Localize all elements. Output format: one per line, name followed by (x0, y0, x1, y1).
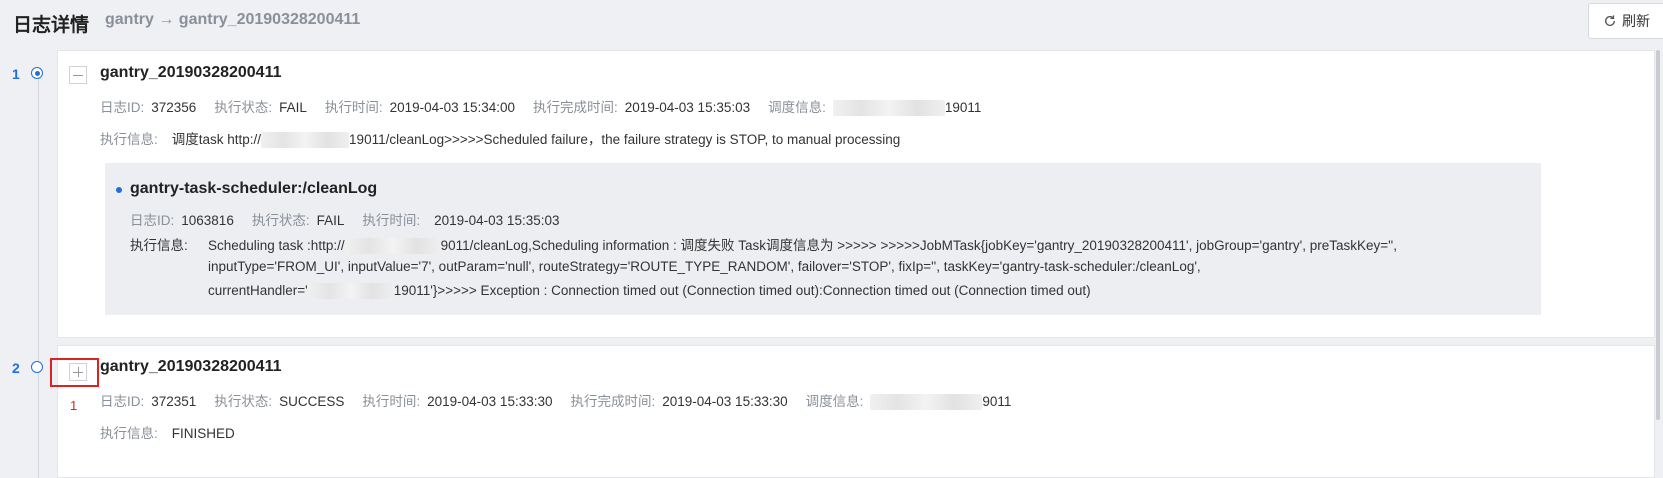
info-label: 执行信息: (100, 426, 158, 441)
exec-time: 2019-04-03 15:35:03 (434, 213, 560, 228)
info-value: FINISHED (171, 426, 235, 441)
info-prefix: 调度task http:// (171, 132, 262, 147)
exec-time: 2019-04-03 15:33:30 (427, 394, 553, 409)
line1-prefix: Scheduling task :http:// (208, 238, 345, 253)
finish-time-label: 执行完成时间: (532, 100, 618, 115)
log-id-label: 日志ID: (130, 213, 175, 228)
exec-time: 2019-04-03 15:34:00 (389, 100, 515, 115)
finish-time: 2019-04-03 15:33:30 (662, 394, 788, 409)
timeline-line (38, 74, 39, 478)
line3-suffix: 19011'}>>>>> Exception : Connection time… (393, 283, 1091, 298)
finish-time-label: 执行完成时间: (570, 394, 656, 409)
annotation-number: 1 (70, 398, 78, 413)
log-id: 372356 (151, 100, 197, 115)
exec-time-label: 执行时间: (324, 100, 383, 115)
info-suffix: 19011/cleanLog>>>>>Scheduled failure，the… (349, 132, 901, 147)
status-label: 执行状态: (214, 394, 273, 409)
dispatch-suffix: 19011 (944, 100, 982, 115)
page-title: 日志详情 (13, 15, 90, 36)
finish-time: 2019-04-03 15:35:03 (624, 100, 751, 115)
exec-time-label: 执行时间: (362, 394, 421, 409)
log-id: 1063816 (181, 213, 234, 228)
bullet-icon (116, 187, 122, 193)
breadcrumb: gantry → gantry_20190328200411 (105, 11, 361, 28)
task-title: gantry_20190328200411 (100, 358, 282, 375)
subtask-info-line: inputType='FROM_UI', inputValue='7', out… (208, 259, 1201, 274)
log-meta: 日志ID: 372356 执行状态: FAIL 执行时间: 2019-04-03 15:3… (100, 96, 982, 117)
redacted-address (261, 132, 350, 149)
status-value: SUCCESS (279, 394, 345, 409)
minus-icon (73, 75, 83, 76)
dispatch-label: 调度信息: (768, 100, 826, 115)
timeline-index: 1 (12, 66, 20, 82)
exec-time-label: 执行时间: (362, 213, 421, 228)
redacted-address (870, 394, 983, 411)
refresh-label: 刷新 (1622, 13, 1650, 29)
log-info: 执行信息: FINISHED (100, 422, 235, 442)
subtask-title: gantry-task-scheduler:/cleanLog (130, 180, 378, 197)
subtask-info-line: currentHandler=' 19011'}>>>>> Exception :… (208, 283, 1091, 300)
log-info: 执行信息: 调度task http:// 19011/cleanLog>>>>>Sc… (100, 128, 901, 149)
log-meta: 日志ID: 372351 执行状态: SUCCESS 执行时间: 2019-04-03 1… (100, 390, 1012, 411)
subtask-meta: 日志ID: 1063816 执行状态: FAIL 执行时间: 2019-04-03 15:… (130, 209, 577, 229)
highlight-box (50, 358, 99, 387)
redacted-address (832, 100, 945, 117)
timeline-node (31, 361, 43, 373)
info-label: 执行信息: (100, 132, 158, 147)
status-label: 执行状态: (251, 213, 310, 228)
subtask-info-label: 执行信息: (130, 238, 188, 253)
refresh-icon (1604, 15, 1616, 26)
subtask-info-line: Scheduling task :http:// 9011/cleanLog,Sc… (208, 234, 1398, 255)
line3-prefix: currentHandler=' (208, 283, 308, 298)
line1-suffix: 9011/cleanLog,Scheduling information : 调… (440, 238, 1398, 253)
timeline-index: 2 (12, 360, 20, 376)
log-id-label: 日志ID: (100, 394, 145, 409)
log-card (57, 345, 1655, 478)
timeline-node-active (31, 67, 43, 79)
redacted-address (344, 238, 441, 255)
scrollbar[interactable] (1656, 50, 1660, 420)
log-id-label: 日志ID: (100, 100, 145, 115)
redacted-address (307, 283, 394, 300)
status-value: FAIL (316, 213, 345, 228)
dispatch-suffix: 9011 (982, 394, 1012, 409)
status-value: FAIL (279, 100, 307, 115)
log-id: 372351 (151, 394, 197, 409)
task-title: gantry_20190328200411 (100, 64, 282, 81)
header: 日志详情 gantry → gantry_20190328200411 刷新 (0, 0, 1663, 44)
dispatch-label: 调度信息: (805, 394, 864, 409)
status-label: 执行状态: (214, 100, 273, 115)
refresh-button[interactable]: 刷新 (1588, 3, 1663, 39)
collapse-toggle[interactable] (69, 66, 87, 84)
